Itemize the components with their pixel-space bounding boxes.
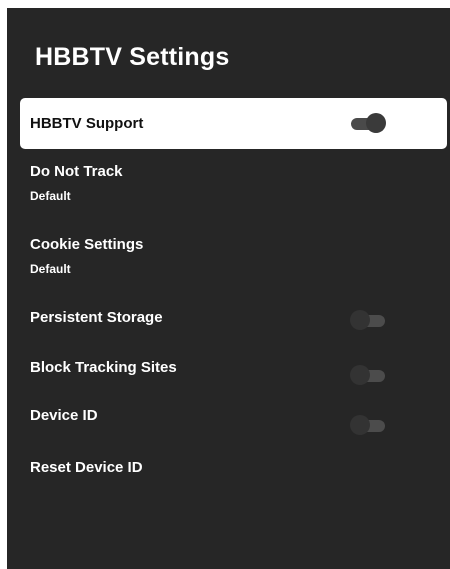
setting-label: Device ID <box>30 407 98 424</box>
toggle-knob <box>366 113 386 133</box>
toggle-knob <box>350 310 370 330</box>
setting-label: Reset Device ID <box>30 459 143 476</box>
device-id-toggle[interactable] <box>350 415 386 435</box>
setting-label: HBBTV Support <box>30 115 144 132</box>
setting-label: Persistent Storage <box>30 309 163 326</box>
setting-persistent-storage[interactable]: Persistent Storage <box>20 304 447 338</box>
setting-block-tracking-sites[interactable]: Block Tracking Sites <box>20 356 447 390</box>
block-tracking-sites-toggle[interactable] <box>350 365 386 385</box>
setting-cookie-settings[interactable]: Cookie Settings Default <box>20 233 447 289</box>
hbbtv-support-toggle[interactable] <box>350 113 386 133</box>
setting-device-id[interactable]: Device ID <box>20 404 447 438</box>
setting-value: Default <box>30 262 71 276</box>
setting-label: Cookie Settings <box>30 236 144 253</box>
toggle-knob <box>350 365 370 385</box>
setting-reset-device-id[interactable]: Reset Device ID <box>20 456 447 486</box>
persistent-storage-toggle[interactable] <box>350 310 386 330</box>
setting-do-not-track[interactable]: Do Not Track Default <box>20 160 447 216</box>
setting-label: Do Not Track <box>30 163 123 180</box>
setting-hbbtv-support[interactable]: HBBTV Support <box>20 98 447 149</box>
setting-value: Default <box>30 189 71 203</box>
page-title: HBBTV Settings <box>35 43 230 71</box>
setting-label: Block Tracking Sites <box>30 359 177 376</box>
settings-panel: HBBTV Settings HBBTV Support Do Not Trac… <box>7 8 450 569</box>
toggle-knob <box>350 415 370 435</box>
